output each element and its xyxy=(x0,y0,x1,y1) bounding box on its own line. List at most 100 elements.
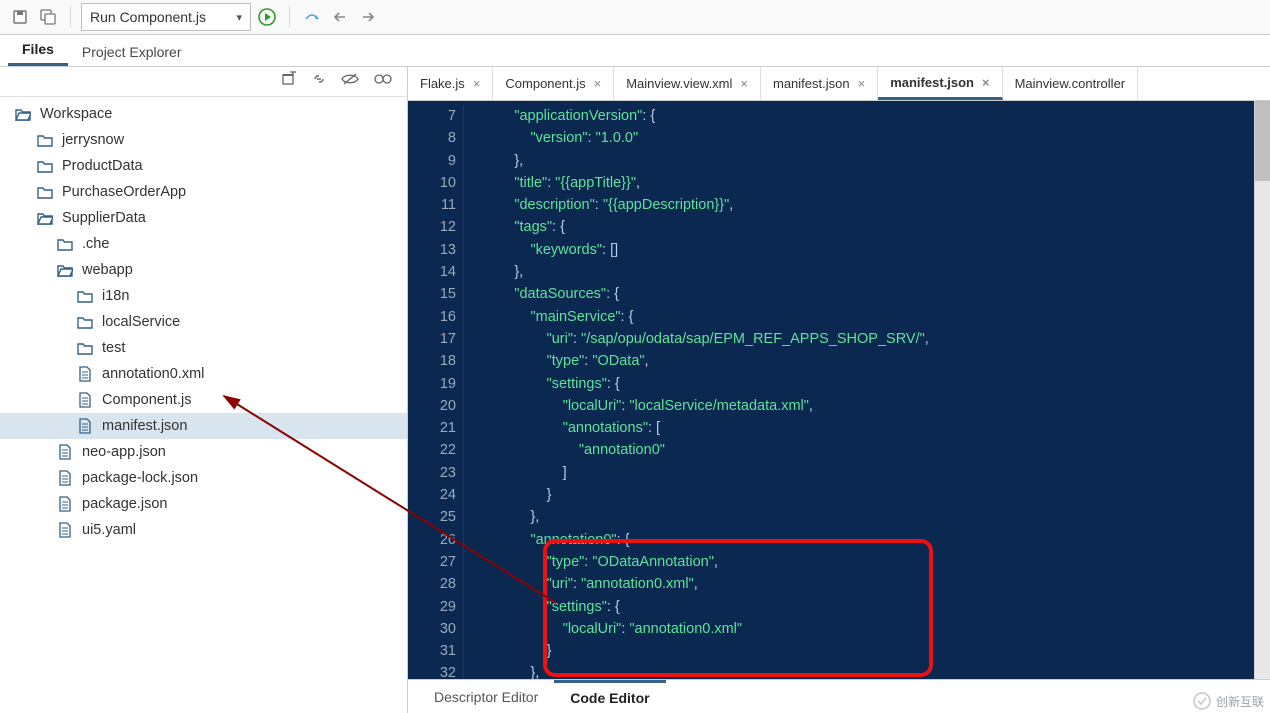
files-panel: Workspace jerrysnow ProductData PurchaseOrd… xyxy=(0,67,408,713)
close-icon[interactable]: × xyxy=(473,76,481,91)
preview-icon[interactable] xyxy=(373,72,393,91)
tree-item[interactable]: test xyxy=(0,335,407,361)
editor-tab-label: Mainview.controller xyxy=(1015,76,1126,91)
tab-project-explorer[interactable]: Project Explorer xyxy=(68,38,196,66)
code-area[interactable]: 7891011121314151617181920212223242526272… xyxy=(408,101,1270,679)
tree-label: .che xyxy=(82,236,109,252)
scrollbar-thumb[interactable] xyxy=(1255,101,1270,181)
step-out-icon[interactable] xyxy=(356,5,380,29)
code-content[interactable]: "applicationVersion": { "version": "1.0.… xyxy=(466,105,1270,679)
editor-tabs: Flake.js × Component.js × Mainview.view.xml ×… xyxy=(408,67,1270,101)
tree-label: Workspace xyxy=(40,106,112,122)
step-in-icon[interactable] xyxy=(328,5,352,29)
tree-item[interactable]: neo-app.json xyxy=(0,439,407,465)
file-icon xyxy=(56,521,74,539)
file-icon xyxy=(76,417,94,435)
tab-code-editor[interactable]: Code Editor xyxy=(554,680,665,713)
file-icon xyxy=(56,469,74,487)
tree-label: localService xyxy=(102,314,180,330)
run-config-select[interactable]: Run Component.js ▾ xyxy=(81,3,251,31)
tree-item[interactable]: ui5.yaml xyxy=(0,517,407,543)
folder-icon xyxy=(36,183,54,201)
file-icon xyxy=(76,391,94,409)
tree-label: i18n xyxy=(102,288,129,304)
close-icon[interactable]: × xyxy=(858,76,866,91)
tree-item[interactable]: manifest.json xyxy=(0,413,407,439)
tree-item[interactable]: package.json xyxy=(0,491,407,517)
tree-item[interactable]: localService xyxy=(0,309,407,335)
tree-label: neo-app.json xyxy=(82,444,166,460)
folder-icon xyxy=(76,313,94,331)
collapse-icon[interactable] xyxy=(281,71,297,92)
tree-label: ProductData xyxy=(62,158,143,174)
link-icon[interactable] xyxy=(311,71,327,92)
tree-item[interactable]: .che xyxy=(0,231,407,257)
tree-label: PurchaseOrderApp xyxy=(62,184,186,200)
editor-tab[interactable]: manifest.json × xyxy=(761,67,878,100)
save-all-icon[interactable] xyxy=(36,5,60,29)
tree-label: webapp xyxy=(82,262,133,278)
tree-item[interactable]: SupplierData xyxy=(0,205,407,231)
folder-open-icon xyxy=(36,209,54,227)
editor-bottom-tabs: Descriptor Editor Code Editor xyxy=(408,679,1270,713)
chevron-down-icon: ▾ xyxy=(236,11,242,24)
tree-root[interactable]: Workspace xyxy=(0,101,407,127)
tree-label: SupplierData xyxy=(62,210,146,226)
tree-label: manifest.json xyxy=(102,418,187,434)
workspace-tabs: Files Project Explorer xyxy=(0,35,1270,67)
tree-item[interactable]: annotation0.xml xyxy=(0,361,407,387)
folder-open-icon xyxy=(56,261,74,279)
run-config-label: Run Component.js xyxy=(90,9,206,25)
close-icon[interactable]: × xyxy=(740,76,748,91)
hide-icon[interactable] xyxy=(341,72,359,91)
close-icon[interactable]: × xyxy=(982,75,990,90)
run-button[interactable] xyxy=(255,5,279,29)
editor-tab[interactable]: Mainview.controller xyxy=(1003,67,1139,100)
tree-label: package-lock.json xyxy=(82,470,198,486)
file-icon xyxy=(56,443,74,461)
editor-tab-label: Component.js xyxy=(505,76,585,91)
tree-label: jerrysnow xyxy=(62,132,124,148)
tab-descriptor-editor[interactable]: Descriptor Editor xyxy=(418,680,554,713)
editor-tab-label: manifest.json xyxy=(773,76,850,91)
tree-item[interactable]: jerrysnow xyxy=(0,127,407,153)
tree-label: Component.js xyxy=(102,392,191,408)
tree-item[interactable]: package-lock.json xyxy=(0,465,407,491)
folder-icon xyxy=(36,131,54,149)
tree-label: test xyxy=(102,340,125,356)
line-number-gutter: 7891011121314151617181920212223242526272… xyxy=(408,105,466,679)
tree-item[interactable]: i18n xyxy=(0,283,407,309)
folder-icon xyxy=(36,157,54,175)
editor-tab-label: manifest.json xyxy=(890,75,974,90)
file-icon xyxy=(56,495,74,513)
folder-icon xyxy=(76,339,94,357)
editor-tab[interactable]: Mainview.view.xml × xyxy=(614,67,761,100)
folder-open-icon xyxy=(14,105,32,123)
tree-label: package.json xyxy=(82,496,167,512)
main-area: Workspace jerrysnow ProductData PurchaseOrd… xyxy=(0,67,1270,713)
tab-files[interactable]: Files xyxy=(8,35,68,66)
editor-tab-label: Mainview.view.xml xyxy=(626,76,732,91)
editor-tab-label: Flake.js xyxy=(420,76,465,91)
save-icon[interactable] xyxy=(8,5,32,29)
tree-item[interactable]: webapp xyxy=(0,257,407,283)
folder-icon xyxy=(76,287,94,305)
tree-item[interactable]: PurchaseOrderApp xyxy=(0,179,407,205)
top-toolbar: Run Component.js ▾ xyxy=(0,0,1270,35)
close-icon[interactable]: × xyxy=(594,76,602,91)
editor-panel: Flake.js × Component.js × Mainview.view.xml ×… xyxy=(408,67,1270,713)
editor-tab[interactable]: Component.js × xyxy=(493,67,614,100)
editor-tab[interactable]: Flake.js × xyxy=(408,67,493,100)
tree-item[interactable]: ProductData xyxy=(0,153,407,179)
step-over-icon[interactable] xyxy=(300,5,324,29)
vertical-scrollbar[interactable] xyxy=(1254,101,1270,679)
tree-label: ui5.yaml xyxy=(82,522,136,538)
tree-item[interactable]: Component.js xyxy=(0,387,407,413)
watermark: 创新互联 xyxy=(1192,691,1264,711)
folder-icon xyxy=(56,235,74,253)
files-tree[interactable]: Workspace jerrysnow ProductData PurchaseOrd… xyxy=(0,97,407,713)
file-icon xyxy=(76,365,94,383)
files-panel-toolbar xyxy=(0,67,407,97)
tree-label: annotation0.xml xyxy=(102,366,204,382)
editor-tab[interactable]: manifest.json × xyxy=(878,67,1002,100)
